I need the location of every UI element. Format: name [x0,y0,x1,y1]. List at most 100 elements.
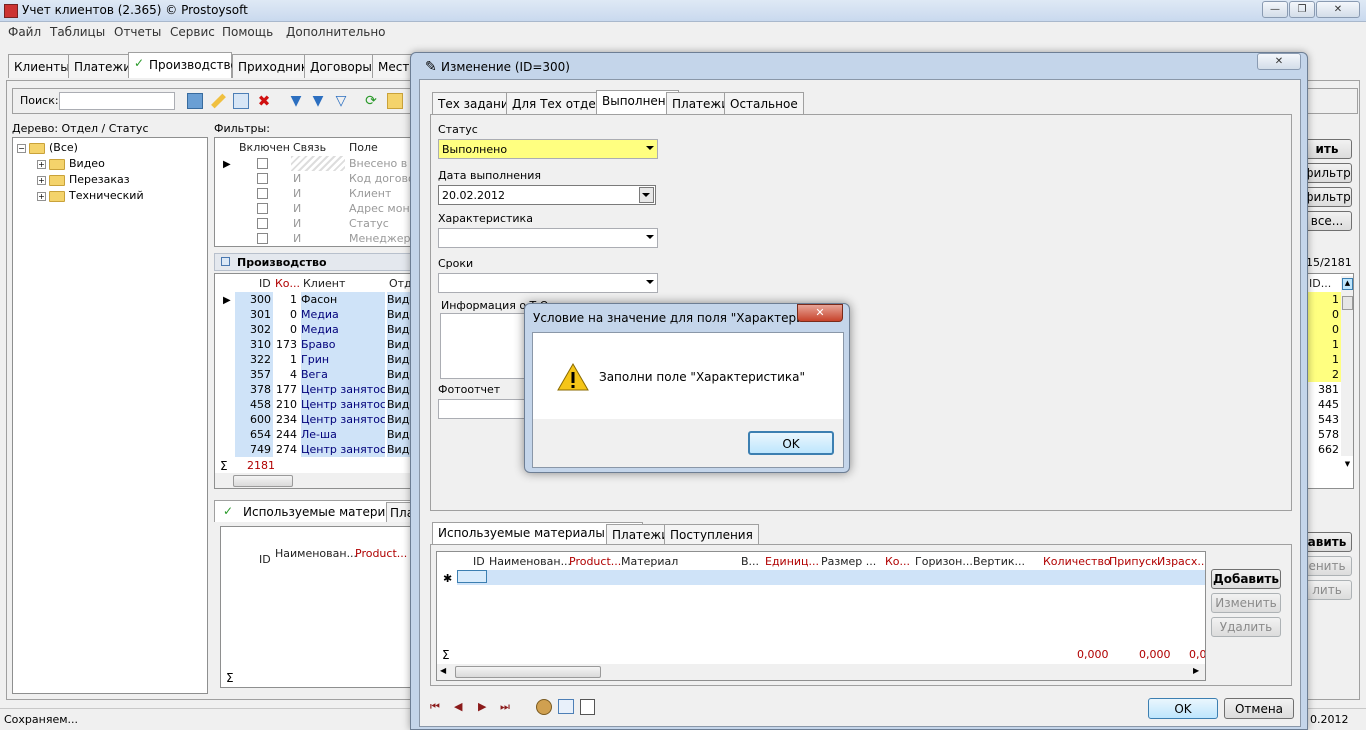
tree-item-video[interactable]: + Видео [37,157,105,170]
table-row[interactable]: 300 1 Фасон Виде [235,292,413,307]
column-header[interactable]: Единиц... [765,555,819,568]
menu-service[interactable]: Сервис [170,25,215,39]
dialog-close-button[interactable]: ✕ [1257,53,1301,70]
dialog-cancel-button[interactable]: Отмена [1224,698,1294,719]
column-header[interactable]: ID [473,555,485,568]
right-button-filter2[interactable]: фильтр [1302,187,1352,207]
palette-icon[interactable] [536,699,552,715]
table-row[interactable]: 381 [1307,382,1341,397]
tab-payments[interactable]: Платежи [68,54,138,78]
column-header[interactable]: Product... [569,555,621,568]
table-row[interactable]: 2 [1307,367,1341,382]
column-header[interactable]: В... [741,555,759,568]
menu-extra[interactable]: Дополнительно [286,25,386,39]
table-row[interactable]: 357 4 Вега Виде [235,367,413,382]
column-header[interactable]: Наименован... [489,555,571,568]
alert-close-button[interactable]: ✕ [797,304,843,322]
right-delete-button[interactable]: лить [1302,580,1352,600]
tree-root[interactable]: − (Все) [17,141,78,154]
menu-reports[interactable]: Отчеты [114,25,161,39]
tab-materials[interactable]: ✓ Используемые материалы [214,500,415,522]
first-record-icon[interactable]: ⏮ [430,700,440,714]
right-edit-button[interactable]: енить [1302,556,1352,576]
close-button[interactable]: ✕ [1316,1,1360,18]
scroll-left-icon[interactable]: ◀ [440,666,446,675]
column-header[interactable]: Материал [621,555,678,568]
tab-arrivals[interactable]: Поступления [664,524,759,544]
scroll-thumb[interactable] [455,666,601,678]
scroll-right-icon[interactable]: ▶ [1193,666,1199,675]
table-row[interactable]: 662 [1307,442,1341,457]
filter-row[interactable]: Внесено в П [235,156,413,171]
column-header[interactable]: Горизон... [915,555,973,568]
table-row[interactable]: 302 0 Медиа Виде [235,322,413,337]
tab-clients[interactable]: Клиенты [8,54,76,78]
status-select[interactable]: Выполнено [438,139,658,159]
filter-row[interactable]: И Менеджер [235,231,413,246]
column-header[interactable]: Количество [1043,555,1111,568]
collapse-icon[interactable]: − [17,143,26,153]
table-row[interactable]: 0 [1307,307,1341,322]
terms-select[interactable] [438,273,658,293]
filter-clear-icon[interactable]: ▼ [310,93,326,109]
expand-icon[interactable]: + [37,191,46,201]
table-row[interactable]: 1 [1307,352,1341,367]
filter-row[interactable]: И Клиент [235,186,413,201]
tree-item-reorder[interactable]: + Перезаказ [37,173,130,186]
table-row[interactable]: 322 1 Грин Виде [235,352,413,367]
prev-record-icon[interactable]: ◀ [454,700,462,713]
characteristic-select[interactable] [438,228,658,248]
production-hscroll[interactable] [215,473,413,488]
right-button-filter[interactable]: фильтр [1302,163,1352,183]
filter-icon[interactable]: ▼ [288,93,304,109]
table-row[interactable]: 445 [1307,397,1341,412]
tab-other[interactable]: Остальное [724,92,804,114]
edit-icon[interactable] [211,93,226,109]
right-add-button[interactable]: авить [1302,532,1352,552]
new-row-cell[interactable] [457,570,487,583]
table-row[interactable]: 543 [1307,412,1341,427]
table-row[interactable]: 749 274 Центр занятост Виде [235,442,413,457]
date-field[interactable]: 20.02.2012 [438,185,656,205]
table-row[interactable]: 654 244 Ле-ша Виде [235,427,413,442]
edit-material-button[interactable]: Изменить [1211,593,1281,613]
column-header[interactable]: Израсх... [1157,555,1205,568]
table-row[interactable]: 458 210 Центр занятост Виде [235,397,413,412]
tab-production[interactable]: ✓ Производство [128,52,238,78]
scroll-thumb[interactable] [233,475,293,487]
table-row[interactable]: 1 [1307,292,1341,307]
column-header[interactable]: Ко... [885,555,910,568]
next-record-icon[interactable]: ▶ [478,700,486,713]
alert-ok-button[interactable]: OK [748,431,834,455]
menu-help[interactable]: Помощь [222,25,273,39]
scroll-thumb[interactable] [1342,296,1353,310]
column-header[interactable]: Припуск [1109,555,1158,568]
scroll-down-icon[interactable]: ▼ [1342,460,1353,472]
table-row[interactable]: 1 [1307,337,1341,352]
table-row[interactable]: 0 [1307,322,1341,337]
add-material-button[interactable]: Добавить [1211,569,1281,589]
maximize-button[interactable]: ❐ [1289,1,1315,18]
tree-icon[interactable] [387,93,403,109]
materials-hscroll[interactable]: ◀ ▶ [437,664,1205,680]
tab-contracts[interactable]: Договоры [304,54,378,78]
column-header[interactable]: Вертик... [973,555,1025,568]
filter-row[interactable]: И Статус [235,216,413,231]
expand-icon[interactable]: + [37,159,46,169]
scroll-up-icon[interactable]: ▲ [1342,278,1353,290]
minimize-button[interactable]: — [1262,1,1288,18]
table-row[interactable]: 310 173 Браво Виде [235,337,413,352]
filter-edit-icon[interactable]: ▽ [333,93,349,109]
menu-tables[interactable]: Таблицы [50,25,105,39]
delete-material-button[interactable]: Удалить [1211,617,1281,637]
add-icon[interactable] [187,93,203,109]
filter-row[interactable]: И Адрес монт [235,201,413,216]
table-row[interactable]: 378 177 Центр занятост Виде [235,382,413,397]
filter-row[interactable]: ИКод договор [235,171,413,186]
refresh-icon[interactable]: ⟳ [363,93,379,109]
delete-icon[interactable]: ✖ [256,93,272,109]
expand-icon[interactable]: + [37,175,46,185]
last-record-icon[interactable]: ⏭ [500,700,510,714]
calendar-dropdown-button[interactable] [639,187,654,203]
new-row[interactable] [457,570,1205,585]
